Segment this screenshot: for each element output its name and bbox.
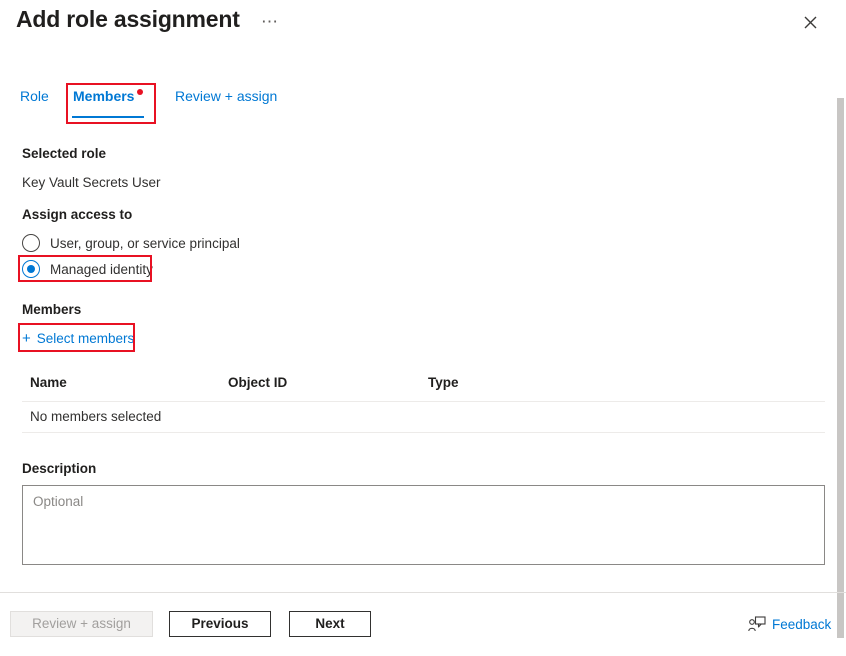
review-assign-button[interactable]: Review + assign: [10, 611, 153, 637]
content-scrollbar-track[interactable]: [832, 48, 846, 638]
column-header-name[interactable]: Name: [30, 375, 67, 390]
cell-name: No members selected: [30, 409, 162, 424]
more-options-ellipsis[interactable]: ⋯: [261, 12, 279, 32]
previous-button[interactable]: Previous: [169, 611, 271, 637]
description-input[interactable]: [22, 485, 825, 565]
selected-role-label: Selected role: [22, 146, 107, 161]
radio-circle-icon: [22, 234, 40, 252]
radio-managed-identity[interactable]: Managed identity: [22, 258, 153, 280]
radio-circle-selected-icon: [22, 260, 40, 278]
tab-active-underline: [72, 116, 144, 118]
tab-role[interactable]: Role: [20, 86, 49, 106]
radio-label-managed-identity: Managed identity: [50, 261, 153, 277]
select-members-button[interactable]: + Select members: [22, 328, 134, 348]
plus-icon: +: [22, 329, 31, 347]
tab-members-attention-dot: [137, 89, 143, 95]
page-title: Add role assignment: [16, 6, 240, 32]
content-scrollbar-thumb[interactable]: [837, 98, 844, 638]
next-button[interactable]: Next: [289, 611, 371, 637]
members-table: Name Object ID Type No members selected: [22, 375, 825, 433]
close-icon[interactable]: [795, 7, 825, 37]
description-label: Description: [22, 461, 97, 476]
table-row: No members selected: [22, 402, 825, 432]
footer-divider: [0, 592, 846, 593]
feedback-person-icon: [748, 616, 766, 632]
members-label: Members: [22, 302, 82, 317]
feedback-link[interactable]: Feedback: [748, 613, 831, 635]
tab-members[interactable]: Members: [73, 86, 134, 106]
radio-label-user-group: User, group, or service principal: [50, 235, 240, 251]
members-table-header: Name Object ID Type: [22, 375, 825, 401]
tab-review-assign[interactable]: Review + assign: [175, 86, 277, 106]
table-row-divider: [22, 432, 825, 433]
selected-role-value: Key Vault Secrets User: [22, 175, 161, 190]
column-header-type[interactable]: Type: [428, 375, 459, 390]
radio-user-group-service-principal[interactable]: User, group, or service principal: [22, 232, 240, 254]
blade-header: Add role assignment ⋯: [0, 0, 846, 48]
assign-access-label: Assign access to: [22, 207, 133, 222]
feedback-label: Feedback: [772, 616, 832, 632]
column-header-object-id[interactable]: Object ID: [228, 375, 287, 390]
select-members-label: Select members: [36, 330, 135, 346]
